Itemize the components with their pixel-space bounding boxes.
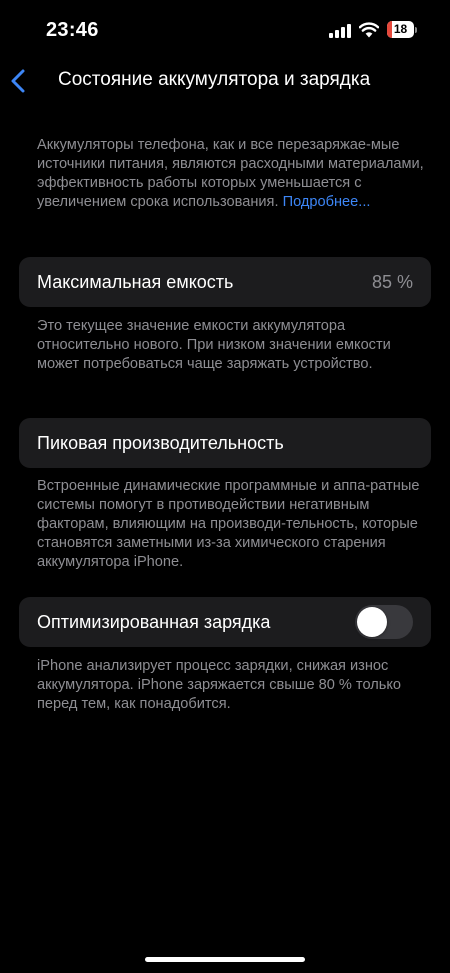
optimized-charging-label: Оптимизированная зарядка [37, 612, 271, 632]
status-time: 23:46 [46, 19, 99, 41]
optimized-charging-footer: iPhone анализирует процесс зарядки, сниж… [37, 658, 402, 712]
max-capacity-value: 85 % [371, 272, 413, 292]
battery-nub [415, 27, 417, 33]
peak-performance-label: Пиковая производительность [37, 433, 284, 453]
max-capacity-footer: Это текущее значение емкости аккумулятор… [37, 318, 391, 372]
page-title: Состояние аккумулятора и зарядка [58, 69, 371, 90]
max-capacity-cell: Максимальная емкость 85 % [19, 257, 431, 307]
optimized-charging-toggle[interactable] [355, 605, 413, 639]
learn-more-link[interactable]: Подробнее... [283, 194, 371, 210]
optimized-charging-cell: Оптимизированная зарядка [19, 597, 431, 647]
battery-level: 18 [393, 22, 408, 36]
battery-icon: 18 [387, 21, 419, 39]
wifi-icon [359, 22, 379, 38]
status-bar: 23:46 18 [0, 0, 450, 60]
cellular-signal-icon [329, 24, 351, 38]
navigation-bar: Состояние аккумулятора и зарядка [0, 60, 450, 104]
home-indicator[interactable] [145, 957, 305, 962]
peak-performance-footer: Встроенные динамические программные и ап… [37, 478, 420, 570]
toggle-knob [357, 607, 387, 637]
peak-performance-cell: Пиковая производительность [19, 418, 431, 468]
intro-description: Аккумуляторы телефона, как и все перезар… [37, 136, 427, 212]
chevron-left-icon[interactable] [8, 66, 30, 96]
max-capacity-label: Максимальная емкость [37, 272, 234, 292]
battery-body: 18 [387, 21, 414, 38]
